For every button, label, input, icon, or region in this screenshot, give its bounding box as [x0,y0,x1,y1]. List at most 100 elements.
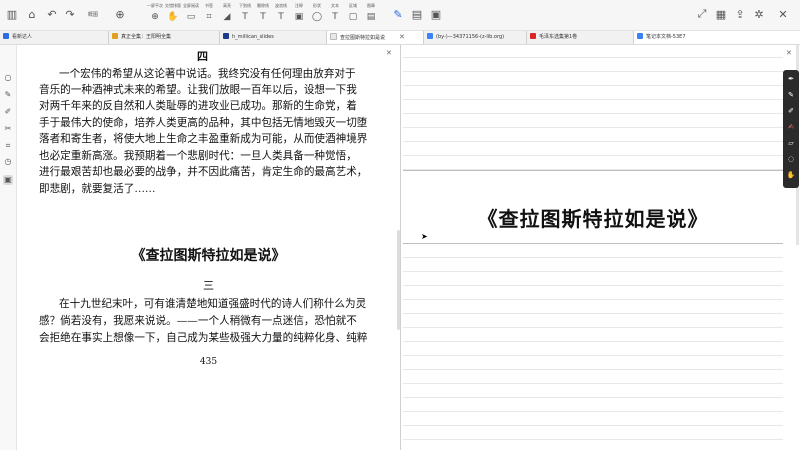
ruled-line [403,439,783,440]
doc-color-icon [112,33,118,39]
text-line: 即悲剧，就要复活了…… [39,183,156,195]
doc-color-icon [330,33,337,40]
highlighter-icon[interactable]: ✐ [786,106,796,116]
ruled-line [403,99,783,100]
ruled-line [403,127,783,128]
ruled-line [403,85,783,86]
tab-item[interactable]: 真正全集：王阳明全集 [109,31,220,44]
tab-item-active[interactable]: 笔记本文档-53E7 [634,31,800,44]
ruled-line [403,313,783,314]
ruled-line [403,411,783,412]
crop-icon[interactable]: ⌗ [3,141,13,151]
zoom-icon[interactable]: ⊕ [112,6,128,22]
ruled-line [403,355,783,356]
text-line: 也必定重新高涨。我预期着一个悲剧时代：一旦人类具备一种觉悟， [39,150,357,162]
page-separator [403,243,783,244]
close-tab-icon[interactable]: ✕ [399,33,405,41]
ruled-line [403,113,783,114]
timer-icon[interactable]: ◷ [3,157,13,167]
settings-icon[interactable]: ✲ [751,6,767,22]
ruled-line [403,285,783,286]
ruled-line [403,425,783,426]
ruled-line [403,327,783,328]
tab-label: h_millican_slides [232,34,274,40]
tab-item[interactable]: 毛泽东选集第1卷 [527,31,634,44]
doc-color-icon [530,33,536,39]
ruled-line [403,397,783,398]
text-line: 手于最伟大的使命，培养人类更高的品种，其中包括无情地毁灭一切堕 [39,117,368,129]
text-line: 在十九世纪末叶，可有谁清楚地知道强盛时代的诗人们称什么为灵 [59,298,367,310]
outline-button[interactable]: 概图 [84,6,102,22]
doc-color-icon [637,33,643,39]
ruled-line [403,71,783,72]
ruled-line [403,383,783,384]
tab-label: 看新达人 [12,34,33,40]
doc-color-icon [223,33,229,39]
tab-item[interactable]: 看新达人 [0,31,109,44]
tool-label: 图章 [367,3,375,8]
chapter-title: 《查拉图斯特拉如是说》 [131,248,286,264]
grid-view-icon[interactable]: ▦ [713,6,729,22]
scissors-icon[interactable]: ✂ [3,124,13,134]
pen-icon[interactable]: ✐ [3,107,13,117]
close-pane-icon[interactable]: ✕ [786,49,792,57]
redo-icon[interactable]: ↷ [62,6,78,22]
window-icon[interactable]: ▣ [428,6,444,22]
close-pane-icon[interactable]: ✕ [386,49,392,57]
close-window-icon[interactable]: ✕ [775,6,791,22]
pen-icon[interactable]: ✒ [786,74,796,84]
doc-color-icon [3,33,9,39]
section-heading: 四 [197,50,208,63]
ruled-line [403,141,783,142]
text-line: 落者和寄生者，将使大地上生命之丰盈重新成为可能，从而使酒神境界 [39,133,368,145]
section-number: 三 [203,279,214,292]
note-list-icon[interactable]: ▤ [409,6,425,22]
pencil-icon[interactable]: ✎ [786,90,796,100]
library-icon[interactable]: ⌂ [24,6,40,22]
page-number: 435 [199,357,218,367]
tab-item-active[interactable]: 查拉图斯特拉如是说 ✕ [327,31,424,44]
left-sidebar: ○ ✎ ✐ ✂ ⌗ ◷ ▣ [0,45,17,450]
book-page: 四 ✕ 一个宏伟的希望从这论著中说话。我终究没有任何理由放弃对于 音乐的一种酒神… [17,45,400,450]
pen-mode-icon[interactable]: ✎ [390,6,406,22]
stamp-icon[interactable]: ▤ [360,12,382,22]
mouse-cursor-icon: ➤ [421,232,428,241]
text-line: 一个宏伟的希望从这论著中说话。我终究没有任何理由放弃对于 [59,68,356,80]
layers-icon[interactable]: ▣ [3,175,13,185]
edit-icon[interactable]: ✎ [3,90,13,100]
ruled-line [403,57,783,58]
text-line: 音乐的一种酒神式未来的希望。让我们放眼一百年以后，设想一下我 [39,84,357,96]
ruled-line [403,257,783,258]
tab-label: 真正全集：王阳明全集 [121,34,172,40]
pen-toolbar: ✒ ✎ ✐ ✍ ▱ ◌ ✋ [783,70,799,188]
note-title[interactable]: 《查拉图斯特拉如是说》 [403,203,783,232]
tab-label: 笔记本文档-53E7 [646,34,686,40]
marker-icon[interactable]: ✍ [786,122,796,132]
page-separator [403,170,783,171]
export-icon[interactable]: ⇪ [732,6,748,22]
tab-label: (by-)—34371156-(z-lib.org) [436,34,505,40]
notes-pane[interactable]: ✕ 《查拉图斯特拉如是说》 [403,45,800,450]
ruled-line [403,341,783,342]
text-line: 感？倘若没有，我愿来说说。——一个人稍微有一点迷信，恐怕就不 [39,315,357,327]
eraser-icon[interactable]: ▱ [786,138,796,148]
main-toolbar: ▥ ⌂ ↶ ↷ 概图 ⊕ 一屏平次 ⊕ 交错排版 ✋ 全屏阅读 ▭ 书签 ⌗ 高亮 ◢ 下划线 T 删除… [0,0,800,31]
ruled-line [403,299,783,300]
tab-item[interactable]: (by-)—34371156-(z-lib.org) [424,31,527,44]
fit-screen-icon[interactable]: ⤢ [694,6,710,22]
ruled-line [403,271,783,272]
undo-icon[interactable]: ↶ [44,6,60,22]
ruled-line [403,155,783,156]
doc-color-icon [427,33,433,39]
text-line: 对两千年来的反自然和人类耻辱的进攻业已成功。那新的生命党，着 [39,100,357,112]
hand-icon[interactable]: ✋ [786,170,796,180]
tab-item[interactable]: h_millican_slides [220,31,327,44]
pane-divider[interactable] [400,45,401,450]
sidebar-toggle-icon[interactable]: ▥ [4,6,20,22]
document-tabs: 看新达人 真正全集：王阳明全集 h_millican_slides 查拉图斯特拉… [0,31,800,45]
text-line: 进行最艰苦却也最必要的战争，并不因此痛苦，肯定生命的最高艺术， [39,166,368,178]
text-line: 会拒绝在事实上想像一下，自己成为某些极强大力量的纯粹化身、纯粹 [39,332,368,344]
circle-icon[interactable]: ○ [3,73,13,83]
lasso-icon[interactable]: ◌ [786,154,796,164]
tab-label: 毛泽东选集第1卷 [539,34,578,40]
